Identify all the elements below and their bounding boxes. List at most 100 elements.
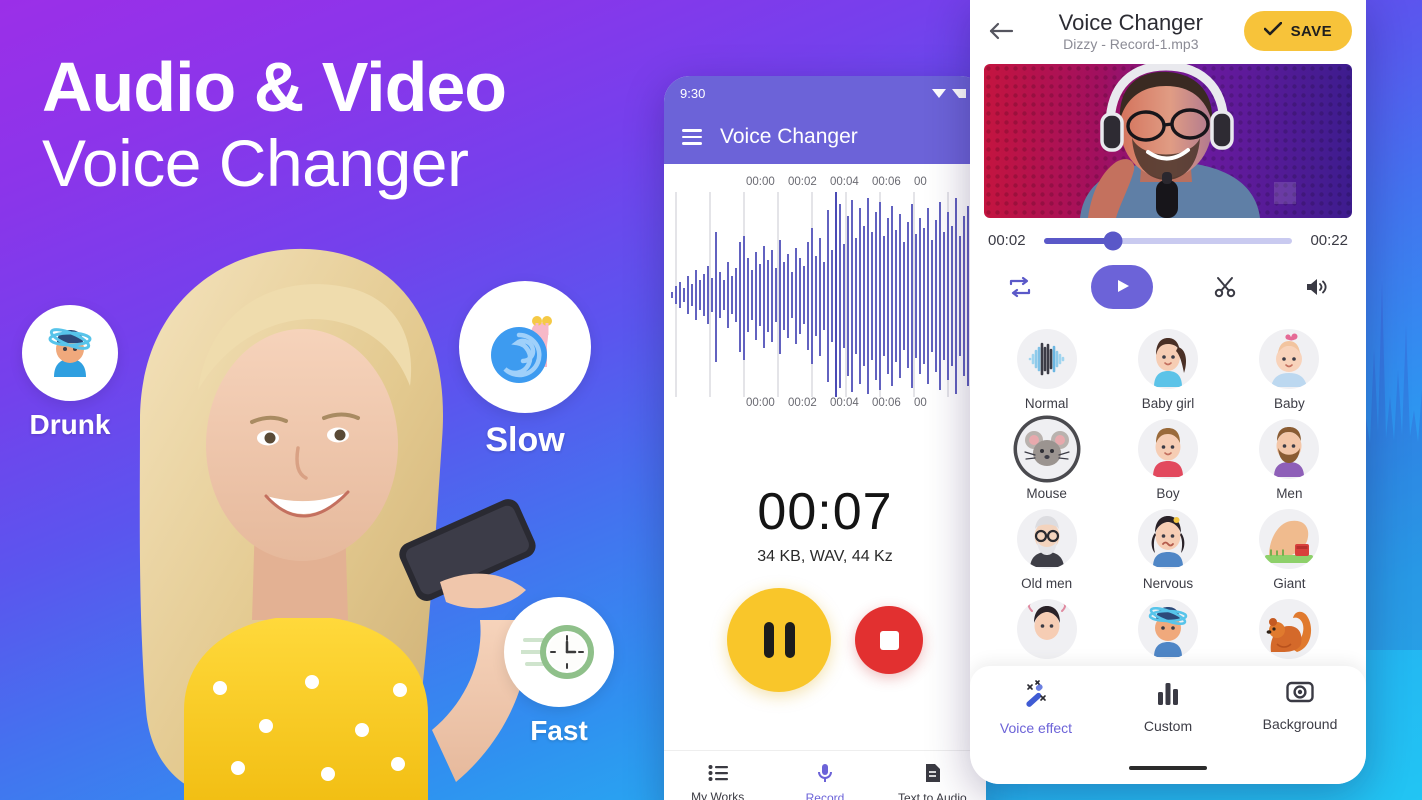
play-button[interactable] (1091, 265, 1154, 310)
effect-item-baby[interactable]: Baby (1229, 323, 1350, 411)
effect-item-old-men[interactable]: Old men (986, 503, 1107, 591)
effect-label: Normal (1024, 396, 1069, 412)
recording-elapsed-time: 00:07 (757, 483, 893, 541)
file-name-subtitle: Dizzy - Record-1.mp3 (1063, 36, 1199, 53)
nav-item-label: Text to Audio (897, 790, 967, 800)
feature-badge-slow: Slow (459, 281, 591, 460)
waveform-playhead[interactable] (835, 192, 837, 397)
voice-effects-grid: Normal Baby girl Baby Mouse Boy Men Old … (970, 315, 1366, 660)
tab-label: Background (1262, 716, 1338, 732)
effect-item-mouse[interactable]: Mouse (986, 413, 1107, 501)
effect-label: Men (1276, 486, 1303, 502)
ruler-tick: 00:00 (746, 397, 775, 409)
snail-icon (459, 281, 591, 413)
save-button-label: SAVE (1290, 22, 1332, 40)
nav-item-label: Record (805, 790, 845, 800)
feature-badge-label: Drunk (29, 409, 111, 440)
page-title: Voice Changer (1058, 10, 1203, 35)
editor-tab-bar: Voice effect Custom Background (970, 666, 1366, 784)
effect-item-partial[interactable] (986, 593, 1107, 660)
effect-item-men[interactable]: Men (1229, 413, 1350, 501)
app-bar-title: Voice Changer (720, 125, 858, 148)
effect-label: Nervous (1142, 576, 1194, 592)
document-icon (924, 763, 941, 786)
effect-label: Mouse (1026, 486, 1067, 502)
waveform-canvas[interactable] (664, 192, 986, 397)
play-icon (1112, 276, 1132, 299)
tab-voice-effect[interactable]: Voice effect (970, 680, 1102, 784)
waveform-area[interactable]: 00:00 00:02 00:04 00:06 00 00:00 00:02 0… (664, 164, 986, 464)
effect-label: Baby girl (1141, 396, 1195, 412)
effect-item-partial[interactable] (1229, 593, 1350, 660)
playback-seek-row: 00:02 00:22 (970, 218, 1366, 251)
tab-background[interactable]: Background (1234, 680, 1366, 784)
mouse-icon (1016, 419, 1077, 480)
feature-badge-label: Fast (530, 715, 588, 746)
giant-foot-icon (1259, 509, 1320, 570)
baby-girl-icon (1137, 329, 1198, 390)
ruler-tick: 00 (914, 397, 927, 409)
scissors-icon[interactable] (1205, 267, 1245, 307)
nervous-icon (1137, 509, 1198, 570)
ruler-tick: 00:02 (788, 397, 817, 409)
dizzy-face-icon (1137, 599, 1198, 660)
tab-label: Custom (1143, 718, 1193, 734)
effect-item-nervous[interactable]: Nervous (1107, 503, 1228, 591)
repeat-icon[interactable] (1000, 267, 1040, 307)
feature-badge-label: Slow (485, 421, 565, 459)
feature-badge-drunk: Drunk (22, 305, 118, 441)
waveform-icon (1016, 329, 1077, 390)
back-arrow-icon[interactable] (984, 14, 1018, 48)
hamburger-icon[interactable] (682, 129, 702, 145)
home-indicator (1129, 766, 1207, 770)
seek-slider[interactable] (1044, 231, 1292, 251)
ruler-tick: 00:04 (830, 176, 859, 188)
pause-icon (763, 622, 774, 658)
effect-label: Boy (1156, 486, 1180, 502)
effect-item-partial[interactable] (1107, 593, 1228, 660)
fast-clock-icon (504, 597, 614, 707)
recorder-phone-mockup: 9:30 Voice Changer 00:00 00:02 00:04 00:… (664, 76, 986, 800)
dizzy-face-icon (22, 305, 118, 401)
video-preview-thumbnail[interactable] (984, 64, 1352, 219)
waveform-ruler-top: 00:00 00:02 00:04 00:06 00 (664, 176, 986, 188)
ruler-tick: 00:00 (746, 176, 775, 188)
status-bar-time: 9:30 (680, 85, 706, 101)
promo-headline-bold: Audio & Video (42, 48, 507, 126)
seek-slider-handle[interactable] (1103, 231, 1123, 251)
voice-changer-editor-phone: Voice Changer Dizzy - Record-1.mp3 SAVE (970, 0, 1366, 784)
editor-header: Voice Changer Dizzy - Record-1.mp3 SAVE (970, 0, 1366, 60)
man-icon (1259, 419, 1320, 480)
effect-label: Giant (1273, 576, 1306, 592)
ruler-tick: 00:06 (872, 176, 901, 188)
stop-button[interactable] (855, 606, 923, 674)
nav-item-my-works[interactable]: My Works (664, 751, 771, 800)
ruler-tick: 00:06 (872, 397, 901, 409)
recording-file-meta: 34 KB, WAV, 44 Kz (757, 548, 893, 565)
recording-timer-block: 00:07 34 KB, WAV, 44 Kz (664, 482, 986, 566)
ruler-tick: 00:02 (788, 176, 817, 188)
effect-item-giant[interactable]: Giant (1229, 503, 1350, 591)
effect-item-baby-girl[interactable]: Baby girl (1107, 323, 1228, 411)
nervous-icon (1016, 599, 1077, 660)
bottom-navigation: My Works Record Text to Audio (664, 750, 986, 800)
pause-icon (784, 622, 795, 658)
waveform-ruler-bottom: 00:00 00:02 00:04 00:06 00 (664, 397, 986, 409)
current-time-label: 00:02 (988, 232, 1026, 250)
volume-icon[interactable] (1296, 267, 1336, 307)
pause-button[interactable] (727, 588, 831, 692)
editor-title-block: Voice Changer Dizzy - Record-1.mp3 (1028, 10, 1234, 52)
effect-item-boy[interactable]: Boy (1107, 413, 1228, 501)
old-man-icon (1016, 509, 1077, 570)
magic-wand-icon (1022, 680, 1050, 711)
playback-controls (970, 249, 1366, 315)
recording-controls (664, 588, 986, 692)
check-icon (1263, 21, 1282, 40)
list-icon (708, 764, 728, 785)
nav-item-record[interactable]: Record (771, 751, 878, 800)
save-button[interactable]: SAVE (1243, 11, 1352, 52)
effect-item-normal[interactable]: Normal (986, 323, 1107, 411)
feature-badge-fast: Fast (504, 597, 614, 747)
tab-label: Voice effect (999, 720, 1073, 736)
equalizer-icon (1155, 680, 1181, 709)
